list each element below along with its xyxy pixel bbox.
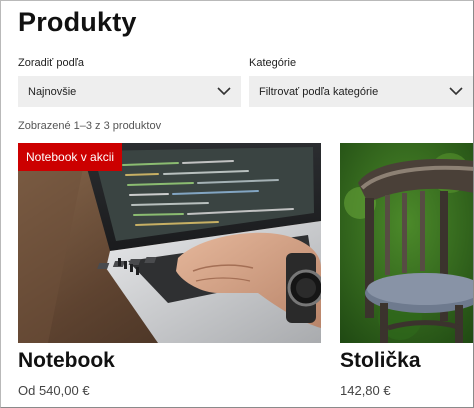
category-select-value: Filtrovať podľa kategórie — [259, 85, 379, 98]
product-name[interactable]: Notebook — [18, 349, 115, 373]
product-name[interactable]: Stolička — [340, 349, 421, 373]
page-frame: Produkty Zoradiť podľa Najnovšie Kategór… — [0, 0, 474, 408]
sale-badge: Notebook v akcii — [18, 143, 123, 171]
chair-photo[interactable] — [340, 143, 474, 343]
sort-select-value: Najnovšie — [28, 85, 77, 98]
product-price: Od 540,00 € — [18, 383, 90, 398]
chevron-down-icon — [449, 87, 463, 96]
product-price: 142,80 € — [340, 383, 391, 398]
laptop-photo[interactable] — [18, 143, 321, 343]
category-select[interactable]: Filtrovať podľa kategórie — [249, 76, 473, 107]
sort-label: Zoradiť podľa — [18, 57, 85, 69]
category-label: Kategórie — [249, 57, 297, 69]
results-count: Zobrazené 1–3 z 3 produktov — [18, 120, 162, 132]
page-title: Produkty — [18, 7, 137, 37]
sort-select[interactable]: Najnovšie — [18, 76, 241, 107]
chevron-down-icon — [217, 87, 231, 96]
